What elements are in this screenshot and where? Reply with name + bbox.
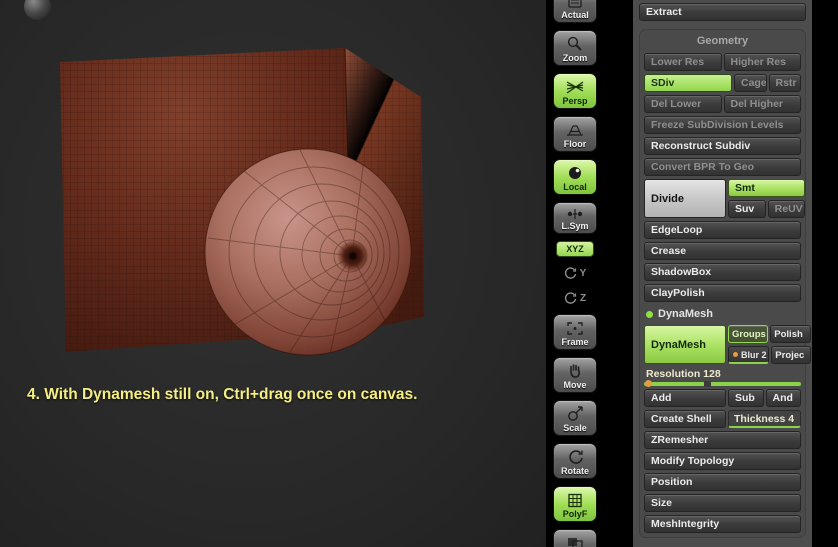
modify-topology-button[interactable]: Modify Topology [644,452,801,470]
perspective-icon [565,77,585,97]
resolution-slider[interactable]: Resolution 128 [644,367,801,387]
persp-button[interactable]: Persp [553,73,597,109]
cage-button[interactable]: Cage [734,74,767,92]
sub-mode-button[interactable]: Sub [728,389,764,407]
polyframe-icon [567,490,583,510]
suv-toggle[interactable]: Suv [728,200,766,218]
rotate-z-label: Z [579,292,587,304]
zoom-icon [566,34,584,54]
size-button[interactable]: Size [644,494,801,512]
frame-label: Frame [561,337,589,347]
del-higher-button[interactable]: Del Higher [723,95,801,113]
rotate-y-toggle[interactable]: Y [553,264,597,282]
dynamesh-active-dot [646,310,653,318]
actual-label: Actual [561,10,589,20]
groups-toggle[interactable]: Groups [728,325,769,343]
local-symmetry-icon [565,206,585,222]
extract-button[interactable]: Extract [639,3,806,21]
position-button[interactable]: Position [644,473,801,491]
local-pivot-icon [566,163,584,183]
geometry-section: Geometry Lower Res Higher Res SDiv Cage … [639,29,811,538]
and-mode-button[interactable]: And [765,389,801,407]
resolution-slider-label: Resolution 128 [646,368,721,380]
blur-slider-label: Blur 2 [741,349,767,360]
zoom-button[interactable]: Zoom [553,30,597,66]
xyz-axis-button[interactable]: XYZ [556,241,594,257]
scale-icon [567,404,584,424]
smt-toggle[interactable]: Smt [728,179,806,197]
lower-res-button[interactable]: Lower Res [644,53,722,71]
resolution-slider-fill [644,382,801,386]
higher-res-button[interactable]: Higher Res [723,53,801,71]
floor-button[interactable]: Floor [553,116,597,152]
reuv-button[interactable]: ReUV [767,200,806,218]
del-lower-button[interactable]: Del Lower [644,95,722,113]
convert-bpr-to-geo-button[interactable]: Convert BPR To Geo [644,158,801,176]
resolution-slider-notch [703,381,711,387]
dynamesh-subsection-header: DynaMesh [644,305,801,325]
resolution-slider-track[interactable] [644,380,801,387]
zbrush-window: 4. With Dynamesh still on, Ctrl+drag onc… [0,0,838,547]
rotate-y-label: Y [579,267,587,279]
move-label: Move [563,380,587,390]
local-button[interactable]: Local [553,159,597,195]
shadowbox-button[interactable]: ShadowBox [644,263,801,281]
geometry-section-title: Geometry [696,35,749,47]
claypolish-button[interactable]: ClayPolish [644,284,801,302]
rstr-button[interactable]: Rstr [768,74,801,92]
edgeloop-button[interactable]: EdgeLoop [644,221,801,239]
floor-grid-icon [565,120,585,140]
frame-icon [566,318,584,338]
transparency-icon [566,533,584,547]
divide-button[interactable]: Divide [644,179,726,218]
resolution-slider-handle[interactable] [645,380,652,387]
freeze-subdivision-levels-button[interactable]: Freeze SubDivision Levels [644,116,801,134]
zremesher-button[interactable]: ZRemesher [644,431,801,449]
blur-slider[interactable]: Blur 2 [728,346,770,364]
add-mode-button[interactable]: Add [644,389,726,407]
rotate-icon [567,447,584,467]
persp-label: Persp [562,96,588,106]
lsym-label: L.Sym [561,221,589,231]
dynamesh-subsection-title: DynaMesh [658,308,714,320]
reconstruct-subdiv-button[interactable]: Reconstruct Subdiv [644,137,801,155]
tutorial-step-caption: 4. With Dynamesh still on, Ctrl+drag onc… [27,386,418,403]
rotate-z-toggle[interactable]: Z [553,289,597,307]
rotate-button[interactable]: Rotate [553,443,597,479]
local-label: Local [563,182,587,192]
blur-slider-handle [733,352,738,357]
create-shell-button[interactable]: Create Shell [644,410,726,428]
document-canvas[interactable]: 4. With Dynamesh still on, Ctrl+drag onc… [0,0,546,547]
dynamesh-toggle[interactable]: DynaMesh [644,325,726,364]
polyf-button[interactable]: PolyF [553,486,597,522]
transp-button[interactable]: Transp [553,529,597,547]
right-shelf-toolbar: Actual Zoom Persp Floor Local L.Sym XYZ … [551,0,599,547]
zoom-label: Zoom [562,53,588,63]
thickness-slider[interactable]: Thickness 4 [728,410,801,428]
rotate-y-icon [564,266,576,279]
tool-panel: Extract Geometry Lower Res Higher Res SD… [633,0,812,547]
move-hand-icon [567,361,583,381]
crease-button[interactable]: Crease [644,242,801,260]
frame-button[interactable]: Frame [553,314,597,350]
scale-label: Scale [563,423,587,433]
project-toggle[interactable]: Projec [771,346,811,364]
scale-button[interactable]: Scale [553,400,597,436]
sdiv-slider[interactable]: SDiv [644,74,732,92]
rotate-label: Rotate [560,466,589,476]
rotate-z-icon [564,291,577,304]
floor-label: Floor [563,139,587,149]
actual-button[interactable]: Actual [553,0,597,23]
move-button[interactable]: Move [553,357,597,393]
lsym-button[interactable]: L.Sym [553,202,597,234]
polish-toggle[interactable]: Polish [770,325,811,343]
xyz-label: XYZ [566,244,584,254]
polyf-label: PolyF [562,509,588,519]
meshintegrity-button[interactable]: MeshIntegrity [644,515,801,533]
dynamesh-cube-sphere-model [60,47,424,356]
